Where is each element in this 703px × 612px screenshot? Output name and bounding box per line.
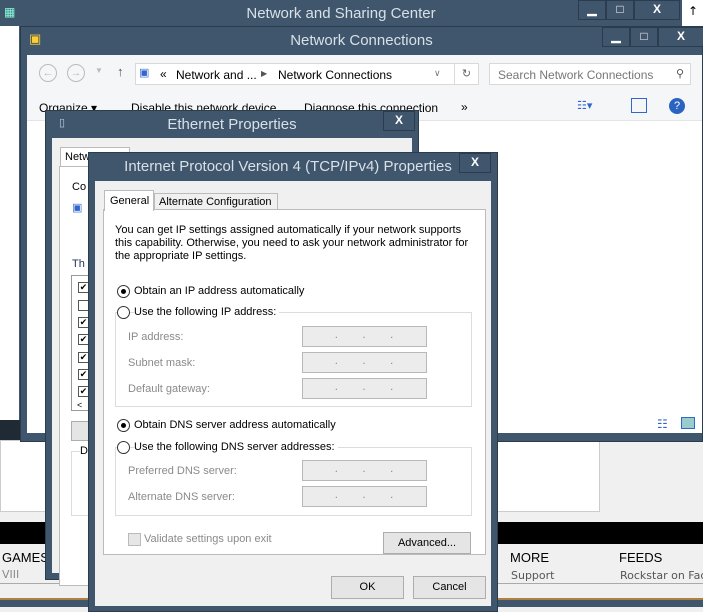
ipv4-properties-dialog: Internet Protocol Version 4 (TCP/IPv4) P… — [88, 152, 498, 612]
alternate-dns-input[interactable]: ... — [302, 486, 427, 507]
back-button[interactable]: ← — [39, 64, 57, 82]
nsc-maximize-button[interactable]: □ — [606, 0, 634, 20]
nc-close-button[interactable]: X — [658, 27, 703, 47]
details-view-icon[interactable]: ☷ — [657, 417, 668, 431]
network-folder-icon: ▣ — [139, 67, 150, 79]
nc-minimize-button[interactable]: ▁ — [602, 27, 630, 47]
items-label: Th — [72, 258, 85, 270]
crumb-network-connections[interactable]: Network Connections — [278, 68, 392, 82]
use-static-dns-label[interactable]: Use the following DNS server addresses: — [134, 441, 338, 453]
obtain-ip-auto-radio[interactable] — [117, 285, 130, 298]
refresh-button[interactable]: ↻ — [454, 64, 478, 84]
ipv4-close-button[interactable]: X — [459, 153, 491, 173]
adapter-icon: ▣ — [72, 202, 83, 214]
help-icon[interactable]: ? — [669, 98, 685, 114]
up-arrow-icon: ↑ — [688, 4, 699, 18]
change-view-icon[interactable]: ☷▾ — [577, 99, 592, 112]
use-static-ip-label[interactable]: Use the following IP address: — [134, 306, 280, 318]
scroll-left-button[interactable]: < — [77, 400, 82, 410]
alternate-dns-label: Alternate DNS server: — [128, 491, 235, 503]
footer-more[interactable]: MORE — [510, 550, 549, 565]
recent-dropdown[interactable]: ▼ — [95, 66, 103, 75]
obtain-dns-auto-radio[interactable] — [117, 419, 130, 432]
tab-alternate-configuration[interactable]: Alternate Configuration — [154, 193, 278, 210]
footer-rockstar[interactable]: Rockstar on Face — [620, 569, 703, 582]
connect-using-label: Co — [72, 181, 87, 193]
obtain-dns-auto-label[interactable]: Obtain DNS server address automatically — [134, 419, 336, 431]
preferred-dns-label: Preferred DNS server: — [128, 465, 237, 477]
address-bar[interactable]: ▣ « Network and ... ▶ Network Connection… — [135, 63, 479, 85]
use-static-ip-radio[interactable] — [117, 306, 130, 319]
crumb-prefix[interactable]: « — [160, 67, 167, 81]
footer-games-sub[interactable]: VIII — [2, 568, 19, 581]
preferred-dns-input[interactable]: ... — [302, 460, 427, 481]
preview-pane-icon[interactable] — [631, 98, 647, 113]
nsc-minimize-button[interactable]: ▁ — [578, 0, 606, 20]
ip-address-input[interactable]: ... — [302, 326, 427, 347]
search-input[interactable]: Search Network Connections ⚲ — [489, 63, 691, 85]
subnet-mask-input[interactable]: ... — [302, 352, 427, 373]
nsc-content — [0, 26, 20, 420]
intro-text: You can get IP settings assigned automat… — [115, 224, 469, 262]
ipv4-title: Internet Protocol Version 4 (TCP/IPv4) P… — [124, 158, 452, 175]
large-icons-view-icon[interactable] — [681, 417, 695, 429]
search-placeholder: Search Network Connections — [498, 68, 654, 82]
ipv4-body: General Alternate Configuration You can … — [95, 181, 491, 606]
nc-title: Network Connections — [290, 32, 433, 49]
tab-general[interactable]: General — [104, 190, 154, 211]
search-icon: ⚲ — [675, 68, 684, 80]
footer-feeds[interactable]: FEEDS — [619, 550, 662, 565]
nc-maximize-button[interactable]: □ — [630, 27, 658, 47]
footer-support[interactable]: Support — [511, 569, 554, 582]
validate-checkbox[interactable] — [128, 533, 141, 546]
footer-games[interactable]: GAMES — [2, 550, 49, 565]
ip-address-label: IP address: — [128, 331, 184, 343]
subnet-mask-label: Subnet mask: — [128, 357, 196, 369]
nav-bar: ← → ▼ ↑ ▣ « Network and ... ▶ Network Co… — [27, 55, 702, 93]
description-label: D — [80, 445, 88, 457]
advanced-button[interactable]: Advanced... — [383, 532, 471, 554]
default-gateway-input[interactable]: ... — [302, 378, 427, 399]
crumb-network-and-sharing[interactable]: Network and ... — [176, 68, 257, 82]
other-window: ↑ — [682, 0, 703, 26]
use-static-dns-radio[interactable] — [117, 441, 130, 454]
more-commands-button[interactable]: » — [461, 100, 468, 114]
ethernet-title: Ethernet Properties — [167, 116, 297, 133]
ethernet-close-button[interactable]: X — [383, 111, 415, 131]
validate-label[interactable]: Validate settings upon exit — [144, 533, 272, 545]
nsc-close-button[interactable]: X — [634, 0, 680, 20]
general-tab-panel: You can get IP settings assigned automat… — [103, 209, 486, 555]
cancel-button[interactable]: Cancel — [413, 576, 486, 599]
address-dropdown-icon[interactable]: ∨ — [434, 68, 441, 79]
up-button[interactable]: ↑ — [117, 64, 124, 79]
crumb-separator-icon: ▶ — [261, 69, 268, 78]
ok-button[interactable]: OK — [331, 576, 404, 599]
forward-button[interactable]: → — [67, 64, 85, 82]
obtain-ip-auto-label[interactable]: Obtain an IP address automatically — [134, 285, 304, 297]
default-gateway-label: Default gateway: — [128, 383, 210, 395]
nsc-window: ▦ Network and Sharing Center ▁ □ X — [0, 0, 682, 26]
